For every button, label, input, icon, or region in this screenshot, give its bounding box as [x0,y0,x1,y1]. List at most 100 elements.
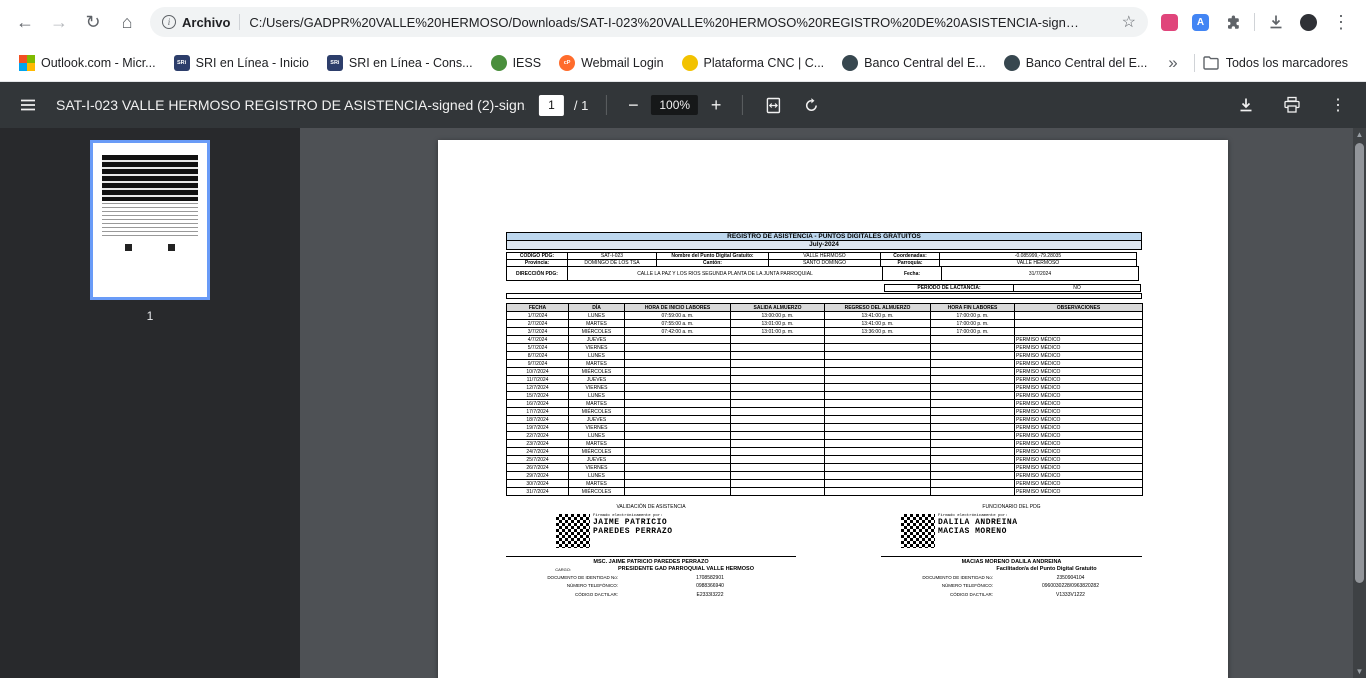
forward-button[interactable]: → [42,5,76,39]
attendance-row: 18/7/2024JUEVESPERMISO MÉDICO [507,416,1143,424]
attendance-column-header: HORA FIN LABORES [931,304,1015,312]
attendance-cell: 5/7/2024 [507,344,569,352]
attendance-cell: 13:01:00 p. m. [731,328,825,336]
signature-field-value: 2350904104 [999,575,1142,581]
reload-button[interactable]: ↻ [76,5,110,39]
attendance-cell: MIÉRCOLES [569,488,625,496]
attendance-cell [931,432,1015,440]
address-url[interactable]: C:/Users/GADPR%20VALLE%20HERMOSO/Downloa… [249,15,1113,30]
bookmark-star-icon[interactable]: ☆ [1122,12,1136,32]
attendance-cell [625,480,731,488]
download-button[interactable] [1230,89,1262,121]
bookmark-item[interactable]: IESS [482,51,551,75]
funcionario-section-label: FUNCIONARIO DEL PDG [881,504,1142,510]
attendance-cell [731,360,825,368]
attendance-cell: 13:41:00 p. m. [825,312,931,320]
all-bookmarks-button[interactable]: Todos los marcadores [1203,56,1356,70]
bookmarks-list: Outlook.com - Micr...SRiSRI en Línea - I… [10,51,1160,75]
bookmark-item[interactable]: Banco Central del E... [995,51,1157,75]
translate-extension-icon[interactable]: A [1192,14,1209,31]
attendance-cell: LUNES [569,432,625,440]
attendance-cell: 8/7/2024 [507,352,569,360]
fecha-value: 31/7/2024 [941,266,1139,281]
attendance-cell: 3/7/2024 [507,328,569,336]
bookmark-item[interactable]: Plataforma CNC | C... [673,51,834,75]
direccion-value: CALLE LA PAZ Y LOS RIOS SEGUNDA PLANTA D… [567,266,883,281]
home-button[interactable]: ⌂ [110,5,144,39]
bookmark-item[interactable]: Outlook.com - Micr... [10,51,165,75]
attendance-cell [731,424,825,432]
attendance-cell [825,368,931,376]
validation-section-label: VALIDACIÓN DE ASISTENCIA [506,504,796,510]
attendance-cell [931,448,1015,456]
attendance-cell [625,384,731,392]
scrollbar[interactable]: ▲ ▼ [1353,128,1366,678]
signature-field-label: DOCUMENTO DE IDENTIDAD No: [506,575,624,581]
signed-name-line: MACIAS MORENO [938,527,1018,536]
zoom-out-button[interactable]: − [621,95,645,116]
bookmark-item[interactable]: Banco Central del E... [833,51,995,75]
document-title: REGISTRO DE ASISTENCIA - PUNTOS DIGITALE… [506,232,1142,241]
signature-field-label: NÚMERO TELEFÓNICO: [881,583,999,589]
file-info-icon[interactable]: i [162,15,176,29]
page-number-input[interactable]: 1 [539,95,564,116]
pdf-more-button[interactable]: ⋮ [1322,89,1354,121]
pdf-toolbar: SAT-I-023 VALLE HERMOSO REGISTRO DE ASIS… [0,82,1366,128]
attendance-row: 26/7/2024VIERNESPERMISO MÉDICO [507,464,1143,472]
attendance-row: 24/7/2024MIÉRCOLESPERMISO MÉDICO [507,448,1143,456]
attendance-cell: VIERNES [569,424,625,432]
document-content: REGISTRO DE ASISTENCIA - PUNTOS DIGITALE… [506,232,1142,654]
attendance-cell [625,472,731,480]
extension-b-icon[interactable] [1300,14,1317,31]
print-button[interactable] [1276,89,1308,121]
bookmark-item[interactable]: SRiSRI en Línea - Inicio [165,51,318,75]
attendance-cell [931,344,1015,352]
bookmark-item[interactable]: cPWebmail Login [550,51,672,75]
attendance-cell: LUNES [569,472,625,480]
scrollbar-thumb[interactable] [1355,143,1364,583]
attendance-table: FECHADÍAHORA DE INICIO LABORESSALIDA ALM… [506,303,1143,496]
bookmarks-overflow-chevron[interactable]: » [1160,53,1185,73]
downloads-button[interactable] [1259,5,1293,39]
address-bar[interactable]: i Archivo C:/Users/GADPR%20VALLE%20HERMO… [150,7,1148,37]
browser-menu-button[interactable]: ⋮ [1324,5,1358,39]
signature-field-value: 1708582901 [624,575,796,581]
folder-icon [1203,56,1219,70]
bookmarks-divider [1194,54,1195,72]
attendance-cell: JUEVES [569,336,625,344]
attendance-cell: PERMISO MÉDICO [1015,408,1143,416]
rotate-button[interactable] [795,89,827,121]
scroll-down-arrow[interactable]: ▼ [1353,665,1366,678]
zoom-in-button[interactable]: + [704,95,728,116]
attendance-cell: PERMISO MÉDICO [1015,488,1143,496]
signed-name-line: JAIME PATRICIO [593,518,673,527]
pdf-menu-button[interactable] [12,89,44,121]
attendance-cell: 19/7/2024 [507,424,569,432]
globe-favicon [1004,55,1020,71]
attendance-cell [625,336,731,344]
attendance-cell [931,400,1015,408]
lactancia-value: NO [1013,284,1141,292]
zoom-level[interactable]: 100% [651,95,698,115]
attendance-row: 29/7/2024LUNESPERMISO MÉDICO [507,472,1143,480]
attendance-cell: 15/7/2024 [507,392,569,400]
attendance-cell: 31/7/2024 [507,488,569,496]
attendance-cell [731,376,825,384]
bookmark-item[interactable]: SRiSRI en Línea - Cons... [318,51,482,75]
back-button[interactable]: ← [8,5,42,39]
extensions-puzzle-button[interactable] [1216,5,1250,39]
attendance-cell [931,360,1015,368]
attendance-cell: PERMISO MÉDICO [1015,352,1143,360]
attendance-cell [731,432,825,440]
bookmarks-bar: Outlook.com - Micr...SRiSRI en Línea - I… [0,44,1366,82]
attendance-row: 23/7/2024MARTESPERMISO MÉDICO [507,440,1143,448]
attendance-column-header: OBSERVACIONES [1015,304,1143,312]
fit-page-button[interactable] [757,89,789,121]
attendance-column-header: DÍA [569,304,625,312]
page-thumbnail[interactable] [90,140,210,300]
scroll-up-arrow[interactable]: ▲ [1353,128,1366,141]
reload-icon: ↻ [85,12,100,33]
attendance-cell [625,416,731,424]
download-icon [1237,96,1255,114]
extension-a-icon[interactable] [1161,14,1178,31]
